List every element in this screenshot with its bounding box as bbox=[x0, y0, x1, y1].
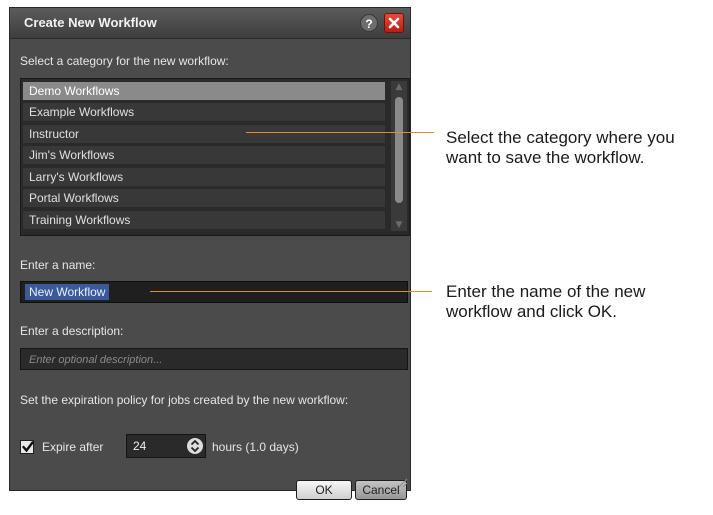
up-down-arrows-icon bbox=[190, 439, 200, 453]
ok-button[interactable]: OK bbox=[296, 480, 352, 500]
name-label: Enter a name: bbox=[20, 258, 96, 272]
checkmark-icon bbox=[22, 441, 34, 453]
help-icon: ? bbox=[365, 17, 373, 31]
category-list[interactable]: Demo Workflows Example Workflows Instruc… bbox=[20, 78, 410, 236]
dialog-title: Create New Workflow bbox=[24, 15, 157, 30]
name-callout-line bbox=[150, 291, 432, 292]
description-label: Enter a description: bbox=[20, 324, 124, 338]
expire-checkbox[interactable] bbox=[20, 440, 34, 454]
list-item-demo-workflows[interactable]: Demo Workflows bbox=[23, 82, 385, 100]
category-label: Select a category for the new workflow: bbox=[20, 54, 229, 68]
expire-hours-value[interactable]: 24 bbox=[133, 439, 146, 453]
expiration-label: Set the expiration policy for jobs creat… bbox=[20, 393, 349, 407]
description-input[interactable] bbox=[27, 352, 391, 368]
resize-grip-icon[interactable] bbox=[396, 476, 408, 488]
close-icon bbox=[388, 17, 400, 29]
create-workflow-dialog: Create New Workflow ? Select a category … bbox=[9, 7, 411, 500]
list-item-example-workflows[interactable]: Example Workflows bbox=[23, 103, 385, 121]
list-item-jims-workflows[interactable]: Jim's Workflows bbox=[23, 146, 385, 164]
scroll-up-icon[interactable]: ▲ bbox=[391, 81, 407, 93]
name-field[interactable]: New Workflow bbox=[20, 281, 408, 303]
list-item-training-workflows[interactable]: Training Workflows bbox=[23, 211, 385, 229]
scroll-down-icon[interactable]: ▼ bbox=[391, 219, 407, 231]
name-annotation: Enter the name of the new workflow and c… bbox=[446, 282, 646, 321]
scroll-thumb[interactable] bbox=[395, 97, 403, 203]
expire-units-label: hours (1.0 days) bbox=[212, 440, 299, 454]
help-button[interactable]: ? bbox=[360, 14, 378, 32]
stepper-button[interactable] bbox=[187, 438, 203, 454]
close-button[interactable] bbox=[384, 13, 404, 33]
list-item-larrys-workflows[interactable]: Larry's Workflows bbox=[23, 168, 385, 186]
expire-after-label: Expire after bbox=[42, 440, 104, 454]
category-annotation: Select the category where you want to sa… bbox=[446, 128, 675, 167]
list-item-instructor[interactable]: Instructor bbox=[23, 125, 385, 143]
list-scrollbar[interactable]: ▲ ▼ bbox=[391, 81, 407, 231]
description-field[interactable] bbox=[20, 348, 408, 370]
list-item-portal-workflows[interactable]: Portal Workflows bbox=[23, 189, 385, 207]
expire-hours-stepper[interactable]: 24 bbox=[126, 434, 206, 458]
dialog-titlebar: Create New Workflow ? bbox=[10, 8, 410, 39]
category-callout-line bbox=[246, 132, 434, 133]
name-value[interactable]: New Workflow bbox=[25, 284, 110, 300]
